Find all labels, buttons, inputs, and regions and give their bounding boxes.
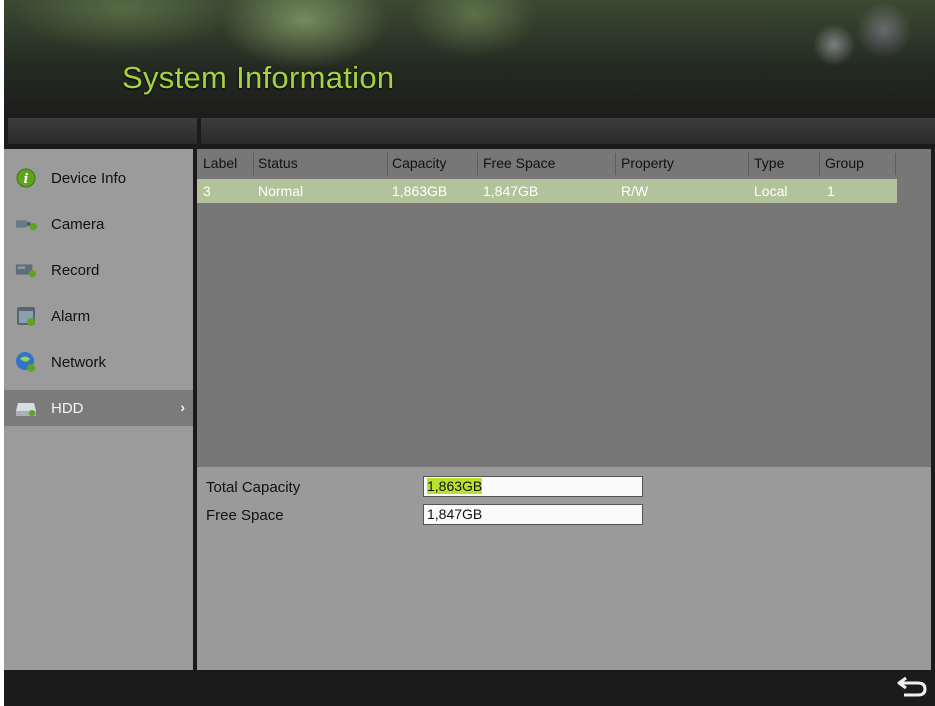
column-separator xyxy=(253,153,254,175)
hdd-icon xyxy=(15,398,37,418)
column-header-property[interactable]: Property xyxy=(621,149,674,177)
alarm-icon xyxy=(15,306,37,326)
content-header-bar xyxy=(201,118,935,144)
info-icon: i xyxy=(15,168,37,188)
total-capacity-label: Total Capacity xyxy=(206,479,301,496)
column-header-type[interactable]: Type xyxy=(754,149,784,177)
hdd-table: Label Status Capacity Free Space Propert… xyxy=(197,149,931,467)
sidebar-item-device-info[interactable]: i Device Info xyxy=(4,160,193,196)
total-capacity-value: 1,863GB xyxy=(427,478,483,494)
footer-bar xyxy=(4,670,935,706)
back-button[interactable] xyxy=(893,672,931,704)
column-separator xyxy=(748,153,749,175)
back-arrow-icon xyxy=(896,673,928,704)
sidebar-item-hdd[interactable]: HDD › xyxy=(4,390,193,426)
column-separator xyxy=(819,153,820,175)
free-space-value: 1,847GB xyxy=(427,506,483,522)
column-header-status[interactable]: Status xyxy=(258,149,298,177)
column-header-group[interactable]: Group xyxy=(825,149,864,177)
sidebar-item-label: HDD xyxy=(51,399,84,417)
camera-icon xyxy=(15,214,37,234)
capacity-summary: Total Capacity 1,863GB Free Space 1,847G… xyxy=(197,471,931,670)
sidebar-item-label: Camera xyxy=(51,215,105,233)
hdd-panel: Label Status Capacity Free Space Propert… xyxy=(197,149,931,670)
sidebar: i Device Info Camera Record Alarm Networ… xyxy=(4,149,193,670)
chevron-right-icon: › xyxy=(180,399,185,415)
sidebar-item-network[interactable]: Network xyxy=(4,344,193,380)
sidebar-item-alarm[interactable]: Alarm xyxy=(4,298,193,334)
column-separator xyxy=(895,153,896,175)
cell-type: Local xyxy=(754,183,788,199)
sidebar-item-label: Record xyxy=(51,261,100,279)
cell-capacity: 1,863GB xyxy=(392,183,448,199)
column-header-capacity[interactable]: Capacity xyxy=(392,149,446,177)
total-capacity-field[interactable]: 1,863GB xyxy=(423,476,643,497)
column-separator xyxy=(477,153,478,175)
free-space-label: Free Space xyxy=(206,507,284,524)
sidebar-item-record[interactable]: Record xyxy=(4,252,193,288)
column-header-label[interactable]: Label xyxy=(203,149,237,177)
sidebar-item-camera[interactable]: Camera xyxy=(4,206,193,242)
nav-header-bar xyxy=(8,118,197,144)
sidebar-item-label: Network xyxy=(51,353,107,371)
network-icon xyxy=(15,352,37,372)
column-separator xyxy=(615,153,616,175)
page-title: System Information xyxy=(122,60,395,95)
svg-text:i: i xyxy=(24,172,29,187)
cell-free-space: 1,847GB xyxy=(483,183,539,199)
record-icon xyxy=(15,260,37,280)
table-row[interactable]: 3 Normal 1,863GB 1,847GB R/W Local 1 xyxy=(197,179,897,203)
cell-group: 1 xyxy=(827,183,835,199)
column-header-free-space[interactable]: Free Space xyxy=(483,149,555,177)
free-space-field[interactable]: 1,847GB xyxy=(423,504,643,525)
sidebar-item-label: Alarm xyxy=(51,307,91,325)
cell-property: R/W xyxy=(621,183,649,199)
table-header: Label Status Capacity Free Space Propert… xyxy=(197,149,931,177)
header-banner: System Information xyxy=(4,0,935,118)
cell-label: 3 xyxy=(203,183,211,199)
sidebar-item-label: Device Info xyxy=(51,169,127,187)
cell-status: Normal xyxy=(258,183,304,199)
column-separator xyxy=(387,153,388,175)
